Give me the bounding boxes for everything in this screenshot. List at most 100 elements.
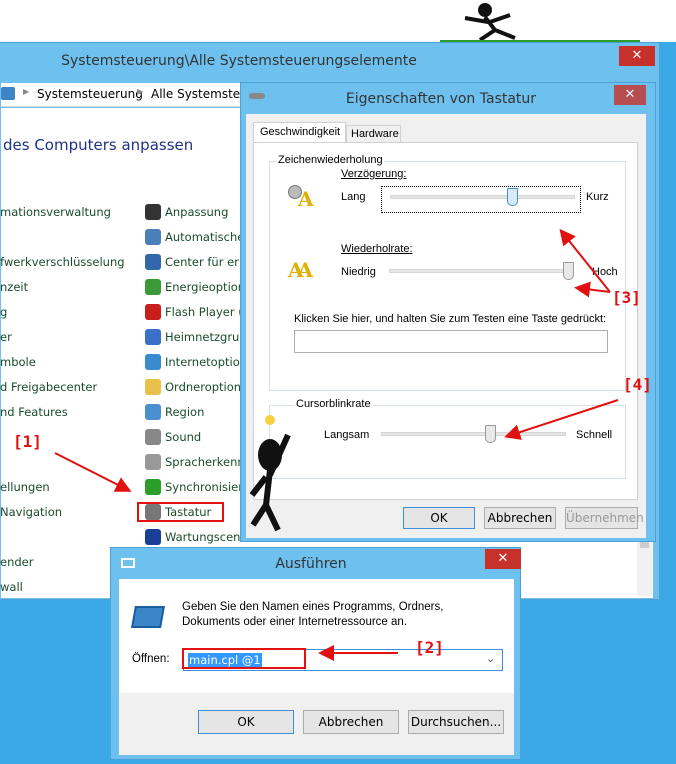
control-panel-item-icon <box>145 454 161 470</box>
control-panel-item-icon <box>145 354 161 370</box>
tab-panel: Zeichenwiederholung A Verzögerung: Lang … <box>253 142 638 500</box>
control-panel-item[interactable]: Navigation <box>0 505 62 519</box>
control-panel-item-icon <box>145 404 161 420</box>
control-panel-item[interactable]: Automatische <box>165 230 244 244</box>
control-panel-item[interactable]: ellungen <box>0 480 50 494</box>
keyboard-properties-dialog: Eigenschaften von Tastatur ✕ Geschwindig… <box>240 82 656 542</box>
chevron-right-icon: ▶ <box>137 87 144 96</box>
highlight-open-input <box>182 648 306 669</box>
ok-button[interactable]: OK <box>403 507 475 529</box>
control-panel-item[interactable]: nzeit <box>0 280 28 294</box>
chevron-down-icon[interactable]: ⌄ <box>486 652 495 665</box>
control-panel-item-icon <box>145 204 161 220</box>
annotation-1: [1] <box>13 432 42 451</box>
repeat-rate-label: Wiederholrate: <box>341 243 413 255</box>
open-label: Öffnen: <box>132 653 170 665</box>
dialog-body: Geschwindigkeit Hardware Zeichenwiederho… <box>246 114 646 538</box>
repeat-rate-min-label: Niedrig <box>341 266 376 278</box>
run-icon-small <box>121 558 135 568</box>
browse-button[interactable]: Durchsuchen... <box>408 710 504 734</box>
description-line1: Geben Sie den Namen eines Programms, Ord… <box>182 601 444 613</box>
delay-icon: A <box>288 185 316 211</box>
cancel-button[interactable]: Abbrechen <box>303 710 399 734</box>
control-panel-item[interactable]: g <box>0 305 7 319</box>
tab-label: Geschwindigkeit <box>260 126 341 138</box>
close-button[interactable]: ✕ <box>485 549 521 569</box>
close-button[interactable]: ✕ <box>619 46 655 66</box>
delay-max-label: Kurz <box>586 191 609 203</box>
test-label: Klicken Sie hier, und halten Sie zum Tes… <box>294 313 607 325</box>
repeat-rate-slider-thumb[interactable] <box>563 262 574 280</box>
annotation-3: [3] <box>612 288 641 307</box>
control-panel-item[interactable]: nd Features <box>0 405 68 419</box>
control-panel-item[interactable]: d Freigabecenter <box>0 380 97 394</box>
stick-figure-banner <box>440 3 640 44</box>
control-panel-item-icon <box>145 379 161 395</box>
control-panel-item[interactable]: wall <box>0 580 23 594</box>
control-panel-item[interactable]: Heimnetzgrup <box>165 330 247 344</box>
page-heading: des Computers anpassen <box>3 136 194 154</box>
dialog-title: Eigenschaften von Tastatur <box>345 91 537 107</box>
control-panel-item[interactable]: Spracherkenn <box>165 455 245 469</box>
control-panel-item[interactable]: Flash Player (3 <box>165 305 250 319</box>
blink-rate-slider-thumb[interactable] <box>485 425 497 443</box>
control-panel-item[interactable]: Sound <box>165 430 201 444</box>
run-dialog: Ausführen ✕ Geben Sie den Namen eines Pr… <box>110 547 521 760</box>
window-title: Systemsteuerung\Alle Systemsteuerungsele… <box>61 53 417 69</box>
description-line2: Dokuments oder einer Internetressource a… <box>182 616 408 628</box>
run-icon <box>131 606 165 628</box>
repeat-rate-slider[interactable] <box>389 261 579 288</box>
stick-figure-thinking <box>249 415 291 532</box>
control-panel-icon <box>1 87 15 100</box>
control-panel-item-icon <box>145 429 161 445</box>
group-title: Zeichenwiederholung <box>276 154 385 166</box>
blink-min-label: Langsam <box>324 429 370 441</box>
control-panel-item[interactable]: fwerkverschlüsselung <box>0 255 125 269</box>
tab-label: Hardware <box>351 128 399 140</box>
repeat-rate-icon: AA <box>288 258 313 282</box>
control-panel-item[interactable]: Ordneroption <box>165 380 241 394</box>
dialog-title: Ausführen <box>275 556 347 572</box>
control-panel-item[interactable]: mbole <box>0 355 36 369</box>
control-panel-item[interactable]: Center für erle <box>165 255 249 269</box>
chevron-right-icon: ▶ <box>23 87 30 96</box>
tab-hardware[interactable]: Hardware <box>346 125 401 143</box>
control-panel-item[interactable]: Wartungscent <box>165 530 245 544</box>
control-panel-item-icon <box>145 329 161 345</box>
delay-label: Verzögerung: <box>341 168 407 180</box>
tab-geschwindigkeit[interactable]: Geschwindigkeit <box>253 122 346 142</box>
control-panel-item-icon <box>145 229 161 245</box>
test-input[interactable] <box>294 330 608 353</box>
control-panel-item[interactable]: er <box>0 330 12 344</box>
control-panel-item[interactable]: Anpassung <box>165 205 228 219</box>
ok-button[interactable]: OK <box>198 710 294 734</box>
repeat-rate-max-label: Hoch <box>592 266 618 278</box>
control-panel-item-icon <box>145 279 161 295</box>
control-panel-item-icon <box>145 254 161 270</box>
keyboard-icon <box>249 93 265 99</box>
delay-min-label: Lang <box>341 191 366 203</box>
blink-rate-slider[interactable] <box>381 424 571 451</box>
apply-button[interactable]: Übernehmen <box>565 507 644 529</box>
close-button[interactable]: ✕ <box>614 85 646 105</box>
control-panel-item[interactable]: mationsverwaltung <box>0 205 111 219</box>
run-button-area: OK Abbrechen Durchsuchen... <box>119 693 514 755</box>
group-title: Cursorblinkrate <box>294 398 373 410</box>
delay-slider[interactable] <box>381 186 581 213</box>
run-content: Geben Sie den Namen eines Programms, Ord… <box>119 579 514 693</box>
control-panel-item-icon <box>145 479 161 495</box>
control-panel-item[interactable]: Internetoption <box>165 355 247 369</box>
highlight-tastatur <box>137 502 224 522</box>
cancel-button[interactable]: Abbrechen <box>484 507 556 529</box>
breadcrumb-item[interactable]: Systemsteuerung <box>37 87 143 101</box>
control-panel-item[interactable]: Region <box>165 405 204 419</box>
annotation-4: [4] <box>623 375 652 394</box>
control-panel-item[interactable]: Synchronisier <box>165 480 243 494</box>
control-panel-item[interactable]: ender <box>0 555 33 569</box>
control-panel-item-icon <box>145 304 161 320</box>
blink-max-label: Schnell <box>576 429 613 441</box>
delay-slider-thumb[interactable] <box>506 188 518 206</box>
control-panel-item[interactable]: Energieoption <box>165 280 245 294</box>
annotation-2: [2] <box>415 638 444 657</box>
control-panel-item-icon <box>145 529 161 545</box>
